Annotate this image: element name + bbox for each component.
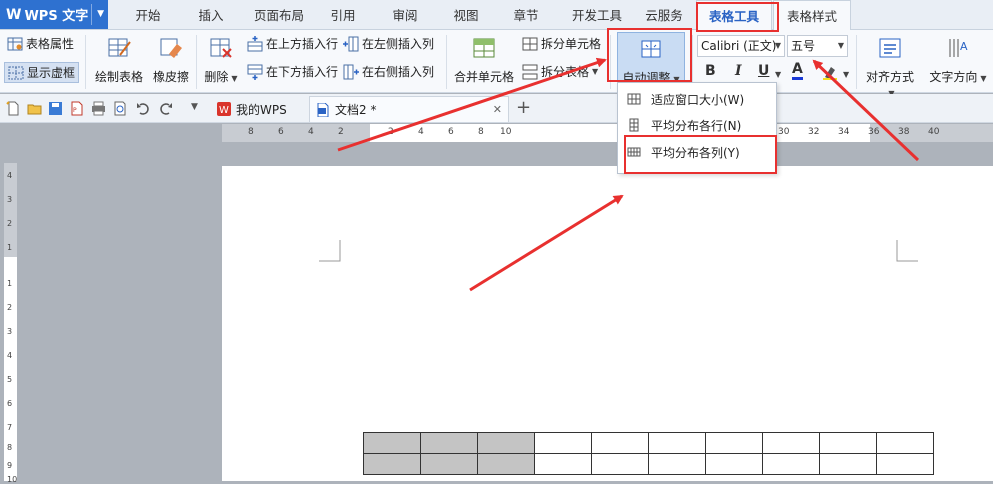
- annotation-arrow: [812, 59, 920, 162]
- annotation-arrows: [337, 57, 920, 292]
- annotation-arrow: [337, 57, 607, 152]
- annotation-arrow: [469, 194, 624, 292]
